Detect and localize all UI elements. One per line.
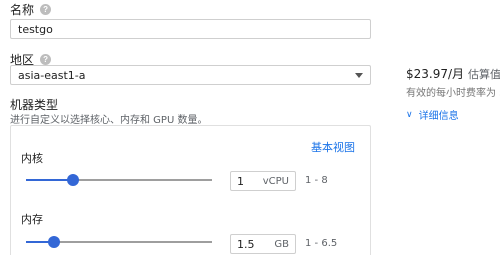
cores-label-text: 内核 — [21, 152, 43, 165]
chevron-double-down-icon: ∨ — [406, 109, 413, 120]
cores-label: 内核 — [21, 150, 43, 166]
price-amount-label: 估算值 — [468, 68, 500, 81]
cores-input-value: 1 — [237, 174, 244, 188]
basic-view-link[interactable]: 基本视图 — [311, 139, 355, 155]
memory-label-text: 内存 — [21, 213, 43, 226]
details-link-text: 详细信息 — [418, 111, 459, 122]
hourly-rate-note: 有效的每小时费率为 $ — [406, 88, 500, 99]
memory-unit: GB — [274, 238, 289, 250]
machine-type-description: 进行自定义以选择核心、内存和 GPU 数量。 — [10, 115, 208, 126]
memory-range: 1 - 6.5 — [305, 238, 338, 249]
name-label-text: 名称 — [10, 3, 35, 17]
price-estimate: $23.97/月 估算值 — [406, 65, 500, 82]
memory-slider-thumb[interactable] — [48, 236, 60, 248]
cores-slider-thumb[interactable] — [67, 174, 79, 186]
cores-slider-fill — [26, 179, 73, 181]
help-icon[interactable]: ? — [40, 4, 52, 15]
name-input-value: testgo — [18, 22, 53, 36]
memory-input[interactable]: 1.5 GB — [230, 234, 296, 254]
caret-down-icon — [355, 72, 363, 78]
name-label: 名称 ? — [10, 1, 52, 18]
price-amount: $23.97/月 — [406, 67, 465, 81]
help-icon[interactable]: ? — [40, 54, 52, 65]
region-select-value: asia-east1-a — [18, 68, 86, 82]
region-select[interactable]: asia-east1-a — [10, 65, 371, 85]
memory-label: 内存 — [21, 211, 43, 227]
cores-unit: vCPU — [262, 175, 289, 187]
memory-input-value: 1.5 — [237, 237, 255, 251]
details-link[interactable]: ∨ 详细信息 — [406, 107, 459, 123]
cores-input[interactable]: 1 vCPU — [230, 171, 296, 191]
cores-range: 1 - 8 — [305, 175, 328, 186]
name-input[interactable]: testgo — [10, 19, 371, 39]
